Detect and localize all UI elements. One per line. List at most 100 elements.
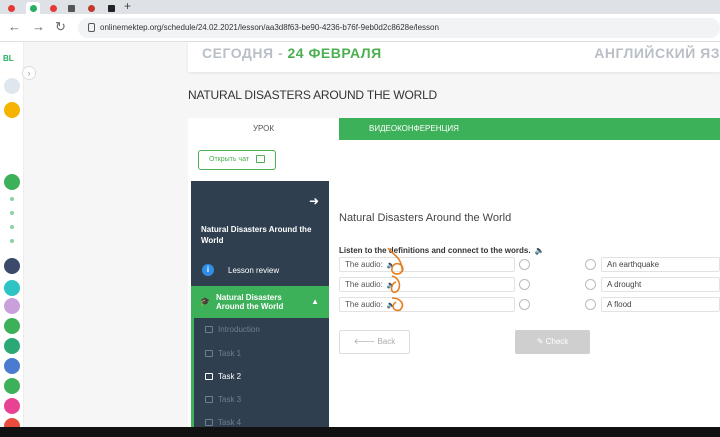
info-icon: i — [202, 264, 214, 276]
coin-icon[interactable] — [4, 102, 20, 118]
task-instruction: Listen to the definitions and connect to… — [339, 246, 545, 255]
chevron-up-icon: ▲ — [311, 297, 319, 306]
browser-tab[interactable] — [4, 2, 18, 14]
tab-favicon-icon — [88, 5, 95, 12]
back-arrow-icon: 🡐 — [353, 337, 378, 346]
edit-icon — [205, 373, 213, 380]
nav-item-label: Introduction — [218, 325, 260, 334]
match-radio-right-3[interactable] — [585, 299, 596, 310]
browser-tab[interactable] — [46, 2, 60, 14]
tab-videoconference[interactable]: ВИДЕОКОНФЕРЕНЦИЯ — [339, 118, 720, 140]
nav-title: Natural Disasters Around the World — [201, 225, 312, 245]
app-icon-4[interactable] — [4, 338, 20, 354]
edit-icon — [205, 419, 213, 426]
app-sidebar: BL — [0, 42, 24, 437]
nav-section-active[interactable]: 🎓 Natural Disasters Around the World ▲ — [191, 286, 329, 318]
home-icon[interactable] — [4, 174, 20, 190]
app-icon-5[interactable] — [4, 358, 20, 374]
answer-option-3[interactable]: A flood — [601, 297, 720, 312]
graduation-cap-icon: 🎓 — [200, 297, 210, 306]
open-chat-button[interactable]: Открыть чат — [198, 150, 276, 170]
date-header: СЕГОДНЯ - 24 ФЕВРАЛЯ АНГЛИЙСКИЙ ЯЗ — [188, 42, 720, 72]
subject-label: АНГЛИЙСКИЙ ЯЗ — [594, 45, 720, 61]
nav-item-label: Task 4 — [218, 418, 242, 427]
app-icon-7[interactable] — [4, 398, 20, 414]
browser-tab[interactable] — [64, 2, 78, 14]
nav-item-label: Lesson review — [228, 266, 280, 275]
match-radio-left-2[interactable] — [519, 279, 530, 290]
app-icon-6[interactable] — [4, 378, 20, 394]
dot-icon — [10, 225, 14, 229]
address-url: onlinemektep.org/schedule/24.02.2021/les… — [100, 23, 439, 32]
nav-item-label: Task 3 — [218, 395, 242, 404]
nav-item-task-4[interactable]: Task 4 — [205, 418, 241, 427]
sidebar-collapse-chevron-icon[interactable]: › — [22, 66, 36, 80]
chat-icon — [256, 155, 265, 163]
audio-field-3[interactable]: The audio: 🔈 — [339, 297, 515, 312]
nav-item-label: Task 1 — [218, 349, 242, 358]
app-icon-3[interactable] — [4, 318, 20, 334]
lesson-navigation: ➜ Natural Disasters Around the World i L… — [191, 181, 329, 437]
browser-tab-strip: + — [0, 0, 720, 14]
nav-item-label: Task 2 — [218, 372, 242, 381]
back-button[interactable]: 🡐 Back — [339, 330, 410, 354]
nav-item-task-2[interactable]: Task 2 — [205, 372, 241, 381]
help-icon[interactable] — [4, 280, 20, 296]
check-button[interactable]: ✎ Check — [515, 330, 590, 354]
address-bar[interactable]: onlinemektep.org/schedule/24.02.2021/les… — [78, 18, 720, 38]
audio-label: The audio: — [345, 260, 383, 269]
dot-icon — [10, 239, 14, 243]
check-icon: ✎ — [536, 337, 546, 346]
browser-tab[interactable] — [84, 2, 98, 14]
page-title: NATURAL DISASTERS AROUND THE WORLD — [188, 88, 438, 102]
back-arrow-icon[interactable]: ➜ — [309, 194, 319, 208]
section-guide-line — [191, 318, 194, 437]
user-avatar-icon[interactable] — [4, 78, 20, 94]
app-icon-1[interactable] — [4, 258, 20, 274]
forward-arrow-icon[interactable]: → — [32, 19, 45, 34]
nav-item-task-3[interactable]: Task 3 — [205, 395, 241, 404]
new-tab-button[interactable]: + — [124, 0, 131, 13]
check-label: Check — [545, 337, 569, 346]
match-radio-right-2[interactable] — [585, 279, 596, 290]
tab-favicon-icon — [8, 5, 15, 12]
nav-item-task-1[interactable]: Task 1 — [205, 349, 241, 358]
open-chat-label: Открыть чат — [209, 156, 250, 163]
back-label: Back — [377, 337, 396, 346]
dot-icon — [10, 197, 14, 201]
browser-tab-active[interactable] — [26, 2, 40, 14]
dot-icon — [10, 211, 14, 215]
audio-label: The audio: — [345, 300, 383, 309]
content-title: Natural Disasters Around the World — [339, 212, 512, 224]
tab-favicon-icon — [108, 5, 115, 12]
edit-icon — [205, 350, 213, 357]
lock-icon — [88, 23, 95, 32]
date-value: 24 ФЕВРАЛЯ — [287, 45, 382, 61]
answer-option-2[interactable]: A drought — [601, 277, 720, 292]
handwritten-annotation-scribble — [387, 247, 404, 312]
app-logo: BL — [3, 54, 14, 63]
speaker-icon[interactable]: 🔈 — [535, 246, 545, 255]
app-icon-2[interactable] — [4, 298, 20, 314]
tab-lesson[interactable]: УРОК — [188, 118, 339, 140]
audio-field-1[interactable]: The audio: 🔈 — [339, 257, 515, 272]
edit-icon — [205, 396, 213, 403]
date-prefix: СЕГОДНЯ - — [202, 45, 288, 61]
match-radio-right-1[interactable] — [585, 259, 596, 270]
browser-tab[interactable] — [104, 2, 118, 14]
tab-favicon-icon — [30, 5, 37, 12]
back-arrow-icon[interactable]: ← — [8, 19, 21, 34]
audio-field-2[interactable]: The audio: 🔈 — [339, 277, 515, 292]
browser-toolbar: ← → ↻ onlinemektep.org/schedule/24.02.20… — [0, 14, 720, 42]
match-radio-left-1[interactable] — [519, 259, 530, 270]
match-radio-left-3[interactable] — [519, 299, 530, 310]
instruction-text: Listen to the definitions and connect to… — [339, 246, 531, 255]
tab-favicon-icon — [68, 5, 75, 12]
date-label: СЕГОДНЯ - 24 ФЕВРАЛЯ — [202, 45, 382, 61]
book-icon — [205, 326, 213, 333]
nav-item-lesson-review[interactable]: i Lesson review — [191, 260, 329, 282]
nav-section-label: Natural Disasters Around the World — [216, 293, 284, 311]
reload-icon[interactable]: ↻ — [55, 19, 66, 35]
answer-option-1[interactable]: An earthquake — [601, 257, 720, 272]
nav-item-introduction[interactable]: Introduction — [205, 325, 260, 334]
